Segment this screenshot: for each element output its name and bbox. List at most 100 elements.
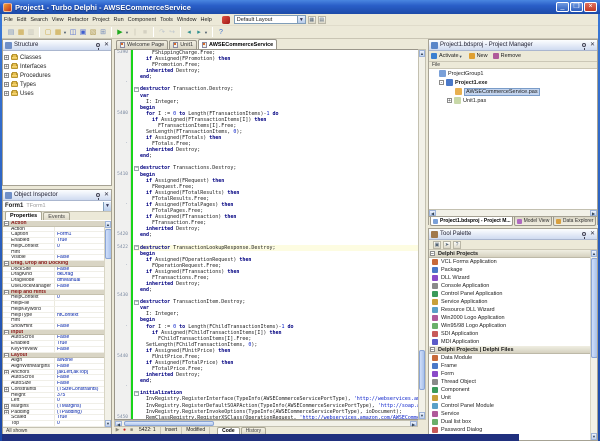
palette-item-password-dialog[interactable]: Password Dialog [429,426,597,434]
palette-item-control-panel-application[interactable]: Control Panel Application [429,290,597,298]
restore-button[interactable]: ❐ [570,2,583,12]
fold-collapse-icon[interactable]: − [134,391,139,396]
save-button[interactable]: ◫ [68,27,78,38]
palette-item-thread-object[interactable]: Thread Object [429,378,597,386]
help-icon[interactable]: ? [453,241,461,249]
property-value[interactable]: 0 [55,421,111,426]
property-value[interactable] [55,318,111,323]
expand-icon[interactable]: + [4,91,9,96]
property-value[interactable]: True [55,341,111,346]
palette-category[interactable]: −Delphi Projects [429,250,597,258]
editor-tab-welcome-page[interactable]: Welcome Page [116,40,168,49]
expand-icon[interactable]: + [4,55,9,60]
property-value[interactable]: htContext [55,313,111,318]
property-value[interactable]: 0 [55,398,111,403]
expand-icon[interactable]: + [4,82,9,87]
file-column-header[interactable]: File [429,62,597,69]
pm-hscrollbar[interactable]: ◀ ▶ [429,209,597,216]
palette-item-service[interactable]: Service [429,410,597,418]
collapse-icon[interactable]: − [4,261,9,266]
scroll-up-icon[interactable]: ▲ [419,50,425,57]
save-layout-icon[interactable]: ▦ [308,16,316,24]
stop-button[interactable]: ■ [140,27,150,38]
scroll-thumb[interactable] [124,421,214,426]
tab-history[interactable]: History [241,427,267,434]
add-file-button[interactable]: ⊞ [98,27,108,38]
scroll-up-icon[interactable]: ▲ [591,250,597,257]
palette-item-form[interactable]: Form [429,370,597,378]
object-inspector-header[interactable]: Object Inspector ✕ [3,190,111,201]
new-button[interactable]: New [469,53,488,59]
property-value[interactable]: (TSizeConstraints) [55,387,111,392]
delete-layout-icon[interactable]: ▤ [318,16,326,24]
property-value[interactable]: False [55,267,111,272]
property-value[interactable]: True [55,238,111,243]
tool-palette-header[interactable]: Tool Palette ✕ [429,229,597,240]
dropdown-icon[interactable]: ▼ [459,51,464,62]
expand-icon[interactable]: + [4,410,9,415]
combo-arrow-icon[interactable]: ▼ [103,202,111,211]
expand-icon[interactable]: + [4,387,9,392]
macro-stop-icon[interactable]: ■ [128,427,135,434]
editor-hscrollbar[interactable]: ◀ ▶ [114,420,418,427]
collapse-icon[interactable]: − [430,251,435,256]
pin-icon[interactable] [96,193,100,197]
scroll-down-icon[interactable]: ▼ [591,433,597,440]
scroll-left-icon[interactable]: ◀ [115,421,122,426]
macro-play-icon[interactable]: ▶ [114,427,121,434]
property-value[interactable]: False [55,255,111,260]
structure-item-uses[interactable]: +Uses [4,89,110,98]
property-value[interactable]: 0 [55,244,111,249]
collapse-icon[interactable]: − [4,353,9,358]
run-button[interactable]: ▶ [115,27,125,38]
palette-item-dll-wizard[interactable]: DLL Wizard [429,274,597,282]
property-value[interactable]: True [55,415,111,420]
property-value[interactable] [55,307,111,312]
collapse-icon[interactable]: − [4,221,9,226]
structure-item-types[interactable]: +Types [4,80,110,89]
trace-into-button[interactable]: ↷ [157,27,167,38]
palette-item-win2000-logo-application[interactable]: Win2000 Logo Application [429,314,597,322]
palette-item-control-panel-module[interactable]: Control Panel Module [429,402,597,410]
pin-icon[interactable] [96,43,100,47]
editor-tab-awsecommerceservice[interactable]: AWSECommerceService [198,39,277,49]
menu-component[interactable]: Component [126,17,158,23]
code-area[interactable]: 5390 FShippingCharge.Free; if Assigned(F… [114,49,418,420]
property-value[interactable]: False [55,335,111,340]
pin-icon[interactable] [582,43,586,47]
close-icon[interactable]: ✕ [590,231,595,237]
close-button[interactable]: × [584,2,597,12]
menu-refactor[interactable]: Refactor [66,17,91,23]
project-manager-header[interactable]: Project1.bdsproj - Project Manager ✕ [429,40,597,51]
tab-events[interactable]: Events [43,212,70,220]
close-icon[interactable]: ✕ [104,42,109,48]
open-button[interactable]: ▦ [53,27,63,38]
palette-item-resource-dll-wizard[interactable]: Resource DLL Wizard [429,306,597,314]
property-value[interactable] [55,227,111,232]
fold-collapse-icon[interactable]: − [134,300,139,305]
palette-item-console-application[interactable]: Console Application [429,282,597,290]
expand-icon[interactable]: - [439,80,444,85]
scroll-thumb[interactable] [105,229,111,259]
tab-code[interactable]: Code [217,427,240,434]
property-value[interactable]: Form1 [55,232,111,237]
step-over-button[interactable]: ↪ [167,27,177,38]
menu-search[interactable]: Search [28,17,49,23]
scroll-right-icon[interactable]: ▶ [590,210,597,216]
palette-item-unit[interactable]: Unit [429,394,597,402]
scroll-right-icon[interactable]: ▶ [410,421,417,426]
property-value[interactable]: False [55,324,111,329]
new-items-button[interactable]: ▤ [6,27,16,38]
property-value[interactable]: alNone [55,358,111,363]
palette-item-sdi-application[interactable]: SDI Application [429,330,597,338]
palette-item-data-module[interactable]: Data Module [429,354,597,362]
structure-item-procedures[interactable]: +Procedures [4,71,110,80]
menu-view[interactable]: View [50,17,66,23]
open-file-button[interactable]: ▦ [16,27,26,38]
close-icon[interactable]: ✕ [590,42,595,48]
palette-item-mdi-application[interactable]: MDI Application [429,338,597,346]
forward-button[interactable]: ▸ [194,27,204,38]
property-value[interactable] [55,250,111,255]
scroll-left-icon[interactable]: ◀ [429,210,436,216]
property-value[interactable]: False [55,284,111,289]
